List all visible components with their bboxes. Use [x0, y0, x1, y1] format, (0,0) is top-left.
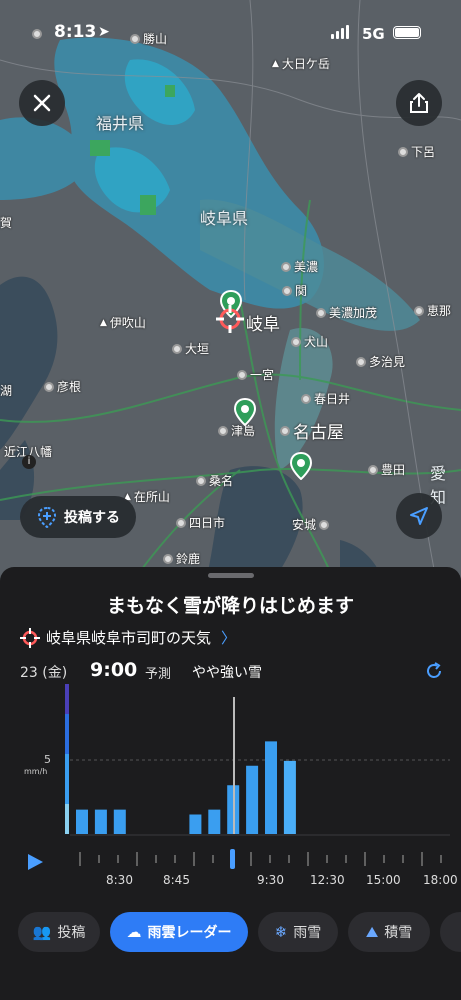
timeline-label: 8:45 — [163, 873, 190, 887]
chevron-right-icon: 〉 — [221, 629, 237, 647]
city-label: 関 — [282, 282, 307, 299]
city-label: 大垣 — [172, 340, 209, 357]
time-info-row: 23 (金) 9:00 予測 やや強い雪 — [20, 659, 450, 683]
signal-icon — [331, 25, 349, 39]
timeline-label: 9:30 — [257, 873, 284, 887]
tab-rain-radar[interactable]: ☁ 雨雲レーダー — [110, 912, 248, 952]
tab-snow-depth[interactable]: ⛰ 積雪 — [348, 912, 430, 952]
city-label: 湖 — [0, 384, 13, 398]
refresh-icon[interactable] — [424, 661, 444, 681]
city-label: 四日市 — [176, 514, 225, 531]
city-label: ▲ 大日ケ岳 — [272, 57, 330, 71]
tab-post[interactable]: 👥 投稿 — [18, 912, 100, 952]
city-label: 春日井 — [301, 390, 350, 407]
sheet-handle[interactable] — [208, 573, 254, 578]
crosshair-icon — [216, 305, 244, 333]
forecast-label: 予測 — [145, 667, 172, 682]
location-crosshair-icon — [20, 627, 40, 648]
city-label: 多治見 — [356, 353, 405, 370]
prefecture-label: 岐阜県 — [200, 209, 249, 228]
city-label: 名古屋 — [280, 418, 344, 443]
timeline-label: 12:30 — [310, 873, 345, 887]
snow-rain-icon: ❄ — [274, 923, 288, 941]
close-button[interactable] — [19, 80, 65, 126]
city-label: 美濃 — [281, 258, 318, 275]
location-pin-icon[interactable] — [234, 398, 256, 426]
city-label: 犬山 — [291, 333, 328, 350]
timeline-scrubber[interactable]: 8:30 8:45 9:30 12:30 15:00 18:00 — [0, 842, 461, 892]
rain-cloud-icon: ☁ — [126, 923, 142, 941]
status-time: 8:13 — [54, 22, 97, 42]
timeline-ticks — [79, 849, 442, 869]
y-axis-value: 5 — [44, 753, 51, 766]
tab-snow-rain[interactable]: ❄ 雨雪 — [258, 912, 338, 952]
city-label: 鈴鹿 — [163, 550, 200, 567]
city-label: 岐阜 — [246, 315, 280, 335]
location-pin-icon[interactable] — [290, 452, 312, 480]
people-icon: 👥 — [32, 923, 52, 941]
navigation-arrow-icon — [410, 507, 428, 525]
timeline-label: 18:00 — [423, 873, 458, 887]
city-label: 美濃加茂 — [316, 304, 377, 321]
chart-bar — [283, 760, 296, 834]
chart-bar — [94, 809, 107, 834]
selected-time: 9:00 — [90, 659, 138, 681]
close-icon — [33, 94, 51, 112]
city-label: 豊田 — [368, 461, 405, 478]
chart-bar — [265, 741, 277, 834]
tab-more[interactable] — [440, 912, 461, 952]
city-label: 下呂 — [398, 143, 435, 160]
chart-bar — [189, 814, 202, 834]
chart-bar — [246, 765, 259, 834]
city-label: 賀 — [0, 216, 13, 230]
timeline-label: 8:30 — [106, 873, 133, 887]
bottom-tabs: 👥 投稿 ☁ 雨雲レーダー ❄ 雨雪 ⛰ 積雪 — [0, 909, 461, 955]
weather-description: やや強い雪 — [192, 665, 262, 681]
location-name: 岐阜県岐阜市司町の天気 — [46, 629, 212, 647]
timeline-knob[interactable] — [230, 849, 235, 869]
chart-bar — [76, 809, 88, 834]
share-icon — [410, 93, 428, 113]
precipitation-chart[interactable]: 5 mm/h — [0, 682, 461, 842]
post-pin-icon — [37, 506, 57, 528]
headline: まもなく雪が降りはじめます — [106, 595, 354, 617]
info-icon[interactable]: i — [22, 455, 36, 469]
chart-bar — [208, 809, 221, 834]
snow-pile-icon: ⛰ — [365, 923, 379, 941]
location-arrow-icon: ➤ — [98, 24, 110, 40]
city-label: 桑名 — [196, 472, 233, 489]
timeline-label: 15:00 — [366, 873, 401, 887]
status-bar: 8:13 ➤ 5G — [0, 0, 461, 46]
date-label: 23 (金) — [20, 665, 68, 681]
city-label: 一宮 — [237, 366, 274, 383]
prefecture-label: 福井県 — [96, 114, 145, 133]
network-type: 5G — [362, 25, 385, 43]
city-label: 恵那 — [414, 302, 451, 319]
city-label: 安城 — [292, 516, 330, 533]
city-label: 彦根 — [44, 378, 81, 395]
post-button[interactable]: 投稿する — [20, 496, 136, 538]
post-button-label: 投稿する — [64, 510, 120, 526]
map-dot-icon — [32, 29, 42, 39]
chart-bar — [113, 809, 126, 834]
current-location-button[interactable] — [396, 493, 442, 539]
location-link[interactable]: 岐阜県岐阜市司町の天気 〉 — [20, 627, 236, 648]
city-label: ▲ 伊吹山 — [100, 316, 146, 330]
y-axis-unit: mm/h — [24, 767, 47, 776]
battery-icon — [393, 26, 421, 39]
share-button[interactable] — [396, 80, 442, 126]
